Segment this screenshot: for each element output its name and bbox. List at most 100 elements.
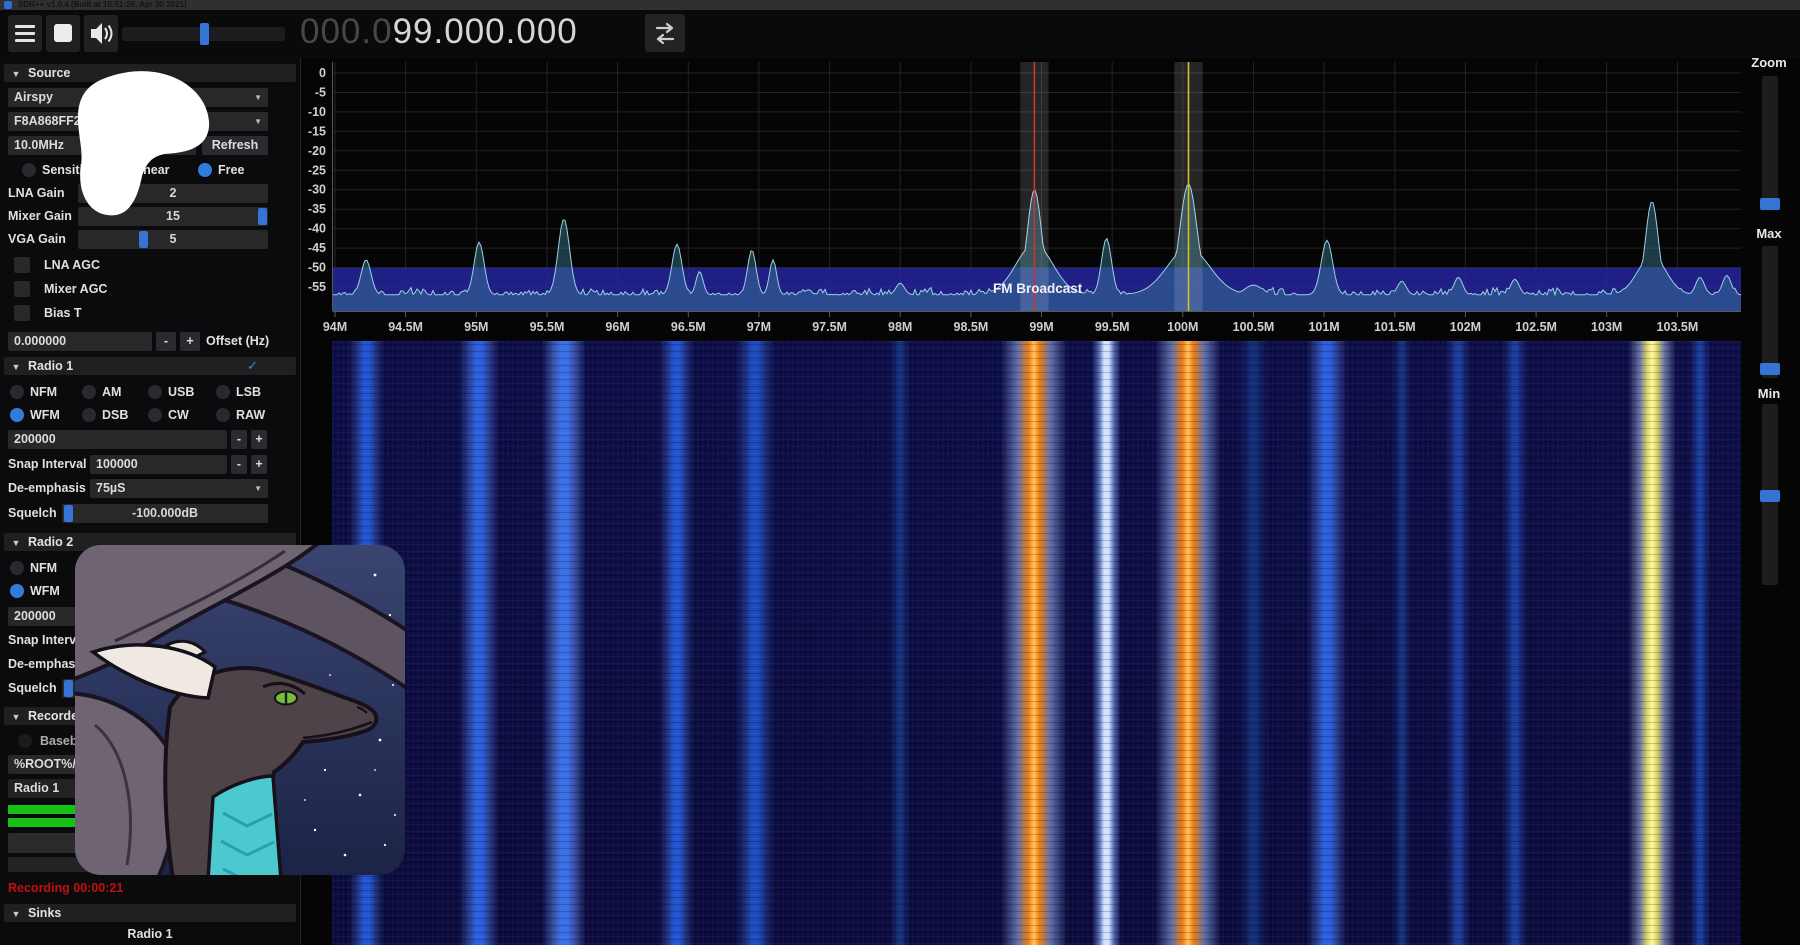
deemphasis-select[interactable]: 75µS ▼ — [90, 479, 268, 498]
collapse-arrow-icon: ▼ — [4, 358, 28, 376]
lna-agc-row: LNA AGC — [0, 256, 300, 275]
module-enabled-check-icon[interactable]: ✓ — [247, 357, 258, 375]
radio1-snap-row: Snap Interval 100000 - + — [0, 455, 300, 474]
mode-label: WFM — [30, 582, 60, 600]
squelch-slider[interactable]: -100.000dB — [62, 504, 268, 523]
volume-slider[interactable] — [122, 27, 285, 41]
waterfall-signal-streak — [1001, 341, 1067, 945]
svg-text:FM Broadcast: FM Broadcast — [993, 281, 1083, 296]
waterfall-signal-streak — [1445, 341, 1471, 945]
svg-text:103M: 103M — [1591, 320, 1622, 334]
offset-plus-button[interactable]: + — [180, 332, 200, 351]
svg-text:94.5M: 94.5M — [388, 320, 423, 334]
bandwidth-input[interactable]: 200000 — [8, 430, 227, 449]
radio1-deemphasis-row: De-emphasis 75µS ▼ — [0, 479, 300, 498]
lna-agc-checkbox[interactable] — [14, 257, 30, 273]
collapse-arrow-icon: ▼ — [4, 905, 28, 923]
mode-label: WFM — [30, 406, 60, 424]
vga-gain-row: VGA Gain 5 — [0, 230, 300, 249]
svg-text:101.5M: 101.5M — [1374, 320, 1416, 334]
svg-text:-45: -45 — [308, 241, 326, 255]
mixer-agc-checkbox[interactable] — [14, 281, 30, 297]
snap-interval-input[interactable]: 100000 — [90, 455, 227, 474]
max-slider-handle[interactable] — [1760, 363, 1780, 375]
sinks-section-header[interactable]: ▼Sinks — [4, 904, 296, 922]
radio-circle-icon — [216, 408, 230, 422]
svg-text:-20: -20 — [308, 144, 326, 158]
mode-label: AM — [102, 383, 121, 401]
svg-text:-15: -15 — [308, 124, 326, 138]
collapse-arrow-icon: ▼ — [4, 534, 28, 552]
svg-text:98M: 98M — [888, 320, 912, 334]
baseband-radio[interactable] — [18, 734, 32, 748]
offset-minus-button[interactable]: - — [156, 332, 176, 351]
swap-arrows-icon — [645, 14, 685, 52]
waterfall-display[interactable] — [332, 341, 1741, 945]
sdrpp-window: SDR++ v1.0.4 (Built at 15:51:28, Apr 30 … — [0, 0, 1800, 945]
radio-circle-icon — [10, 408, 24, 422]
mode-label: CW — [168, 406, 189, 424]
frequency-display[interactable]: 000.099.000.000 — [300, 12, 578, 52]
mode-label: NFM — [30, 383, 57, 401]
dropdown-arrow-icon: ▼ — [254, 479, 262, 498]
menu-icon — [15, 25, 35, 46]
bandwidth-plus-button[interactable]: + — [251, 430, 267, 449]
vga-gain-slider[interactable]: 5 — [78, 230, 268, 249]
svg-text:100M: 100M — [1167, 320, 1198, 334]
waterfall-signal-streak — [1092, 341, 1121, 945]
svg-text:99M: 99M — [1029, 320, 1053, 334]
sink-stream-name: Radio 1 — [4, 927, 296, 941]
dropdown-arrow-icon: ▼ — [254, 88, 262, 107]
svg-text:95M: 95M — [464, 320, 488, 334]
stop-button[interactable] — [46, 15, 80, 52]
svg-text:0: 0 — [319, 66, 326, 80]
mode-label: LSB — [236, 383, 261, 401]
svg-text:97M: 97M — [747, 320, 771, 334]
tuning-mode-button[interactable] — [645, 14, 685, 52]
speaker-icon — [84, 15, 118, 52]
gain-mode-sensitive-radio[interactable] — [22, 163, 36, 177]
radio1-section-header[interactable]: ▼Radio 1 ✓ — [4, 357, 296, 375]
snap-plus-button[interactable]: + — [251, 455, 267, 474]
frequency-dim-digits: 000.0 — [300, 12, 393, 51]
offset-row: 0.000000 - + Offset (Hz) — [0, 332, 300, 351]
frequency-bright-digits: 99.000.000 — [393, 12, 578, 51]
volume-slider-handle[interactable] — [200, 23, 209, 45]
mode-label: RAW — [236, 406, 265, 424]
radio1-bandwidth-row: 200000 - + — [0, 430, 300, 449]
bandwidth-minus-button[interactable]: - — [231, 430, 247, 449]
svg-text:-25: -25 — [308, 163, 326, 177]
radio-circle-icon — [10, 385, 24, 399]
svg-text:-10: -10 — [308, 105, 326, 119]
radio-circle-icon — [216, 385, 230, 399]
svg-text:98.5M: 98.5M — [954, 320, 989, 334]
waterfall-signal-streak — [1155, 341, 1221, 945]
dropdown-arrow-icon: ▼ — [254, 112, 262, 131]
menu-button[interactable] — [8, 15, 42, 52]
waterfall-signal-streak — [459, 341, 499, 945]
waterfall-signal-streak — [1238, 341, 1269, 945]
collapse-arrow-icon: ▼ — [4, 708, 28, 726]
offset-input[interactable]: 0.000000 — [8, 332, 152, 351]
svg-text:96.5M: 96.5M — [671, 320, 706, 334]
svg-text:101M: 101M — [1308, 320, 1339, 334]
radio-circle-icon — [82, 385, 96, 399]
svg-text:103.5M: 103.5M — [1657, 320, 1699, 334]
snap-minus-button[interactable]: - — [231, 455, 247, 474]
recording-status: Recording 00:00:21 — [8, 881, 123, 895]
app-icon — [4, 1, 12, 9]
waterfall-signal-streak — [1307, 341, 1347, 945]
bias-t-row: Bias T — [0, 304, 300, 323]
mixer-agc-row: Mixer AGC — [0, 280, 300, 299]
svg-text:102.5M: 102.5M — [1515, 320, 1557, 334]
svg-text:96M: 96M — [605, 320, 629, 334]
svg-text:-40: -40 — [308, 222, 326, 236]
bias-t-checkbox[interactable] — [14, 305, 30, 321]
volume-mute-button[interactable] — [84, 15, 118, 52]
radio-circle-icon — [82, 408, 96, 422]
min-slider-handle[interactable] — [1760, 490, 1780, 502]
svg-text:-30: -30 — [308, 183, 326, 197]
radio-circle-icon — [148, 385, 162, 399]
squelch-handle[interactable] — [64, 680, 73, 697]
window-titlebar: SDR++ v1.0.4 (Built at 15:51:28, Apr 30 … — [0, 0, 1800, 10]
